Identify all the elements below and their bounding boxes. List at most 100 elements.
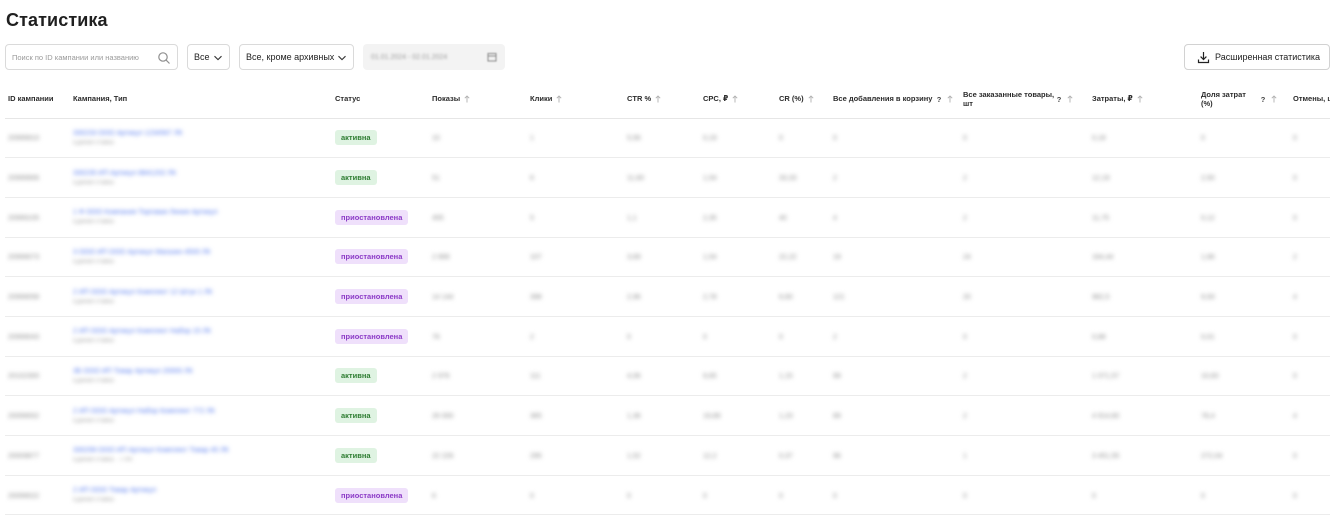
column-header-shows[interactable]: Показы xyxy=(429,80,527,119)
cell-spend: 0,88 xyxy=(1089,316,1198,357)
campaign-type: Единая ставка xyxy=(73,179,114,186)
sort-arrow-icon[interactable] xyxy=(946,95,954,103)
type-filter-select[interactable]: Все xyxy=(187,44,230,70)
sort-arrow-icon[interactable] xyxy=(1136,95,1144,103)
campaign-type: Единая ставка xyxy=(73,298,114,305)
cell-orders: 2 xyxy=(960,356,1089,397)
cell-spend: 982,5 xyxy=(1089,276,1198,317)
page-title: Статистика xyxy=(6,10,108,30)
column-header-status[interactable]: Статус xyxy=(332,80,429,119)
date-range-picker[interactable]: 01.01.2024 - 02.01.2024 xyxy=(363,44,505,70)
archive-filter-select[interactable]: Все, кроме архивных xyxy=(239,44,354,70)
column-header-orders[interactable]: Все заказанные товары, шт? xyxy=(960,80,1089,119)
table-row[interactable]: 20099002 2 ИП ООО Артикул Набор Комплект … xyxy=(5,395,1330,436)
sort-arrow-icon[interactable] xyxy=(807,95,815,103)
sort-arrow-icon[interactable] xyxy=(1270,95,1278,103)
table-row[interactable]: 20999058 2 ИП ООО Артикул Комплект 12 Шту… xyxy=(5,276,1330,317)
table-row[interactable]: 20999105 1 Ф ООО Компания Торговая Линия … xyxy=(5,197,1330,238)
cell-cpc: 12,2 xyxy=(700,435,776,476)
column-header-campaign[interactable]: Кампания, Тип xyxy=(70,80,332,119)
search-input[interactable] xyxy=(12,52,152,62)
help-icon[interactable]: ? xyxy=(1055,95,1063,103)
sort-arrow-icon[interactable] xyxy=(654,95,662,103)
search-icon[interactable] xyxy=(157,51,171,65)
campaign-link[interactable]: 3Б ООО ИП Товар Артикул 20000 ЛК xyxy=(73,368,329,375)
campaign-link[interactable]: 2 ИП ООО Артикул Комплект 12 Штук 1 ЛК xyxy=(73,289,329,296)
sort-arrow-icon[interactable] xyxy=(731,95,739,103)
help-icon[interactable]: ? xyxy=(935,95,943,103)
spend-value: 164,44 xyxy=(1092,254,1114,262)
campaign-link[interactable]: 2 ИП ООО Артикул Набор Комплект 772 ЛК xyxy=(73,408,329,415)
sort-arrow-icon[interactable] xyxy=(463,95,471,103)
column-header-cpc[interactable]: CPC, ₽ xyxy=(700,80,776,119)
column-header-cancellations[interactable]: Отмены, шт xyxy=(1290,80,1330,119)
cart-value: 2 xyxy=(833,175,837,183)
cell-spend: 3 451,55 xyxy=(1089,435,1198,476)
table-row[interactable]: 20099022 2 ИП ООО Товар Артикул Единая ста… xyxy=(5,475,1330,516)
cell-cpc: 2,35 xyxy=(700,197,776,238)
campaign-link[interactable]: 330235 ИП Артикул 8841202 ЛК xyxy=(73,170,329,177)
column-header-clicks[interactable]: Клики xyxy=(527,80,624,119)
ctr-value: 1,52 xyxy=(627,452,641,460)
search-box[interactable] xyxy=(5,44,178,70)
cell-share: 0 xyxy=(1198,475,1290,516)
cr-value: 22,22 xyxy=(779,254,797,262)
cpc-value: 12,2 xyxy=(703,452,717,460)
status-badge: приостановлена xyxy=(335,487,409,503)
help-icon[interactable]: ? xyxy=(1259,95,1267,103)
cell-id: 20009877 xyxy=(5,435,70,476)
column-header-ctr[interactable]: CTR % xyxy=(624,80,700,119)
column-header-spend[interactable]: Затраты, ₽ xyxy=(1089,80,1198,119)
extended-stats-label: Расширенная статистика xyxy=(1215,52,1321,62)
cell-cancel: 0 xyxy=(1290,356,1330,397)
campaign-link[interactable]: 330299 ООО ИП Артикул Комплект Товар 45 … xyxy=(73,447,329,454)
cell-cpc: 19,89 xyxy=(700,395,776,436)
campaign-link[interactable]: 2 ИП ООО Товар Артикул xyxy=(73,487,329,494)
extended-stats-button[interactable]: Расширенная статистика xyxy=(1184,44,1330,70)
ctr-value: 11,60 xyxy=(627,175,644,183)
cell-orders: 2 xyxy=(960,197,1089,238)
table-row[interactable]: 20999073 3 ООО ИП ООО Артикул Магазин 450… xyxy=(5,237,1330,278)
column-header-cart[interactable]: Все добавления в корзину? xyxy=(830,80,960,119)
cell-orders: 1 xyxy=(960,435,1089,476)
table-row[interactable]: 20999043 2 ИП ООО Артикул Комплект Набор … xyxy=(5,316,1330,357)
table-row[interactable]: 20102300 3Б ООО ИП Товар Артикул 20000 ЛК… xyxy=(5,356,1330,397)
orders-value: 2 xyxy=(963,214,967,222)
cell-ctr: 0 xyxy=(624,316,700,357)
cell-campaign: 330235 ИП Артикул 8841202 ЛК Единая ставк… xyxy=(70,157,332,198)
cart-value: 89 xyxy=(833,413,841,421)
shows-value: 2 976 xyxy=(432,373,450,381)
cell-spend: 4 914,60 xyxy=(1089,395,1198,436)
sort-arrow-icon[interactable] xyxy=(555,95,563,103)
campaign-link[interactable]: 3 ООО ИП ООО Артикул Магазин 4500 ЛК xyxy=(73,249,329,256)
cancel-value: 4 xyxy=(1293,413,1297,421)
table-row[interactable]: 20999910 330233 ООО Артикул 1234567 ЛК Еди… xyxy=(5,118,1330,159)
cell-status: активна xyxy=(332,118,429,159)
cart-value: 4 xyxy=(833,214,837,222)
clicks-value: 107 xyxy=(530,254,542,262)
ctr-value: 5,56 xyxy=(627,135,641,143)
column-header-id[interactable]: ID кампании xyxy=(5,80,70,119)
cell-campaign: 1 Ф ООО Компания Торговая Линия Артикул Е… xyxy=(70,197,332,238)
date-range-value: 01.01.2024 - 02.01.2024 xyxy=(371,53,448,61)
cr-value: 0 xyxy=(779,333,783,341)
ctr-value: 1,36 xyxy=(627,413,641,421)
spend-value: 0,88 xyxy=(1092,333,1106,341)
cell-clicks: 6 xyxy=(527,157,624,198)
table-row[interactable]: 20009877 330299 ООО ИП Артикул Комплект Т… xyxy=(5,435,1330,476)
campaign-link[interactable]: 2 ИП ООО Артикул Комплект Набор 15 ЛК xyxy=(73,328,329,335)
column-header-spend-share[interactable]: Доля затрат (%)? xyxy=(1198,80,1290,119)
campaign-link[interactable]: 330233 ООО Артикул 1234567 ЛК xyxy=(73,130,329,137)
cell-shows: 76 xyxy=(429,316,527,357)
column-header-cr[interactable]: CR (%) xyxy=(776,80,830,119)
orders-value: 1 xyxy=(963,452,967,460)
cpc-value: 2,78 xyxy=(703,294,717,302)
cell-cancel: 4 xyxy=(1290,276,1330,317)
spend-value: 982,5 xyxy=(1092,294,1110,302)
cancel-value: 0 xyxy=(1293,135,1297,143)
campaign-link[interactable]: 1 Ф ООО Компания Торговая Линия Артикул xyxy=(73,209,329,216)
cell-spend: 0 xyxy=(1089,475,1198,516)
table-row[interactable]: 20999906 330235 ИП Артикул 8841202 ЛК Един… xyxy=(5,157,1330,198)
cell-share: 0,12 xyxy=(1198,197,1290,238)
sort-arrow-icon[interactable] xyxy=(1066,95,1074,103)
